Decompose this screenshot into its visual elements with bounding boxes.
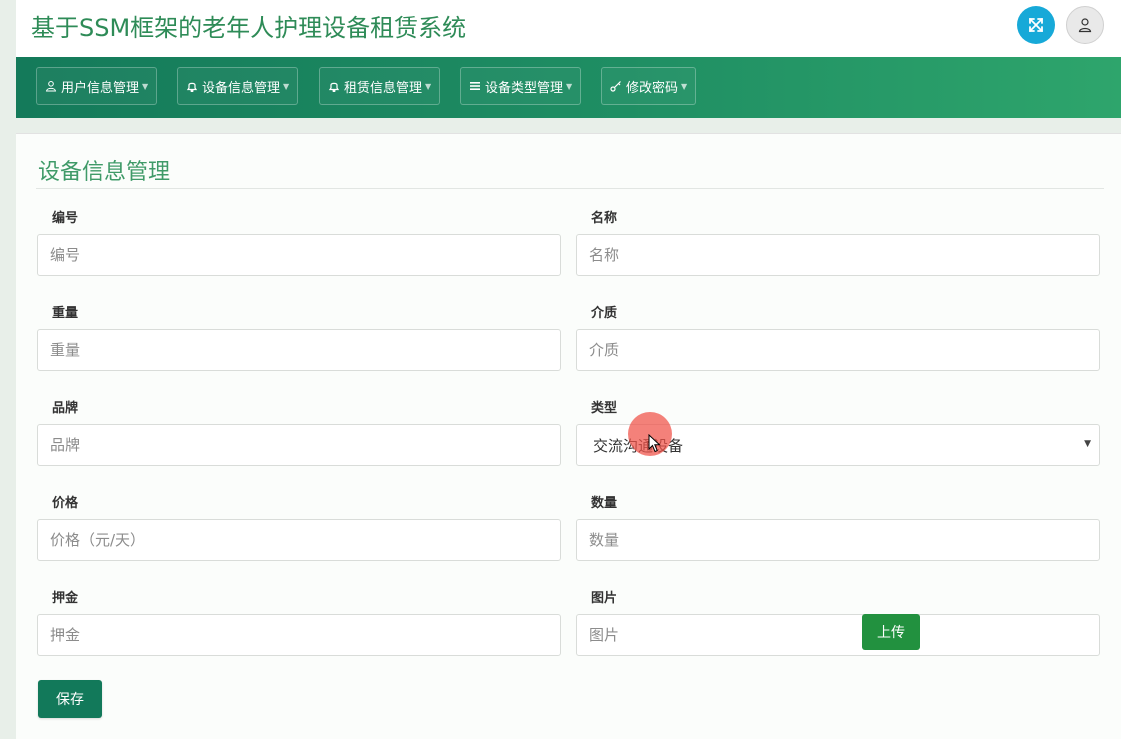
nav-device-type-management[interactable]: 设备类型管理 ▼ xyxy=(460,67,582,105)
title-divider xyxy=(36,188,1104,189)
save-button[interactable]: 保存 xyxy=(38,680,102,718)
price-input[interactable] xyxy=(37,519,561,561)
nav-label: 设备类型管理 xyxy=(485,80,564,96)
upload-button[interactable]: 上传 xyxy=(862,614,920,650)
bell-icon xyxy=(186,80,198,92)
app-header: 基于SSM框架的老年人护理设备租赁系统 xyxy=(16,0,1121,57)
list-icon xyxy=(469,80,481,92)
chevron-down-icon: ▼ xyxy=(1084,439,1091,449)
nav-label: 修改密码 xyxy=(626,80,679,96)
bell-icon xyxy=(328,80,340,92)
medium-label: 介质 xyxy=(591,306,618,321)
brand-input[interactable] xyxy=(37,424,561,466)
nav-change-password[interactable]: 修改密码 ▼ xyxy=(601,67,697,105)
medium-input[interactable] xyxy=(576,329,1100,371)
expand-arrows-icon xyxy=(1029,18,1043,32)
fullscreen-button[interactable] xyxy=(1017,6,1055,44)
caret-down-icon: ▼ xyxy=(425,81,432,91)
quantity-input[interactable] xyxy=(576,519,1100,561)
user-menu-button[interactable] xyxy=(1066,6,1104,44)
deposit-input[interactable] xyxy=(37,614,561,656)
name-label: 名称 xyxy=(591,211,618,226)
user-icon xyxy=(45,80,57,92)
caret-down-icon: ▼ xyxy=(142,81,149,91)
image-label: 图片 xyxy=(591,591,618,606)
app-title: 基于SSM框架的老年人护理设备租赁系统 xyxy=(31,14,467,42)
weight-input[interactable] xyxy=(37,329,561,371)
nav-device-management[interactable]: 设备信息管理 ▼ xyxy=(177,67,299,105)
nav-user-management[interactable]: 用户信息管理 ▼ xyxy=(36,67,158,105)
code-label: 编号 xyxy=(52,211,79,226)
brand-label: 品牌 xyxy=(52,401,79,416)
main-navbar: 用户信息管理 ▼ 设备信息管理 ▼ 租赁信息管理 ▼ 设备类型管理 ▼ 修改密码… xyxy=(16,57,1121,118)
nav-rental-management[interactable]: 租赁信息管理 ▼ xyxy=(319,67,441,105)
mouse-pointer-icon xyxy=(648,434,661,453)
type-label: 类型 xyxy=(591,401,618,416)
quantity-label: 数量 xyxy=(591,496,618,511)
device-form-panel: 设备信息管理 编号 名称 重量 介质 品牌 类型 交流沟通设备 ▼ 价格 数量 … xyxy=(16,133,1121,739)
image-input[interactable] xyxy=(576,614,1100,656)
nav-label: 设备信息管理 xyxy=(202,80,281,96)
deposit-label: 押金 xyxy=(52,591,79,606)
name-input[interactable] xyxy=(576,234,1100,276)
nav-label: 租赁信息管理 xyxy=(344,80,423,96)
caret-down-icon: ▼ xyxy=(681,81,688,91)
caret-down-icon: ▼ xyxy=(283,81,290,91)
weight-label: 重量 xyxy=(52,306,79,321)
code-input[interactable] xyxy=(37,234,561,276)
nav-label: 用户信息管理 xyxy=(61,80,140,96)
page-title: 设备信息管理 xyxy=(38,160,171,185)
key-icon xyxy=(610,80,622,92)
price-label: 价格 xyxy=(52,496,79,511)
user-icon xyxy=(1078,18,1092,33)
caret-down-icon: ▼ xyxy=(566,81,573,91)
